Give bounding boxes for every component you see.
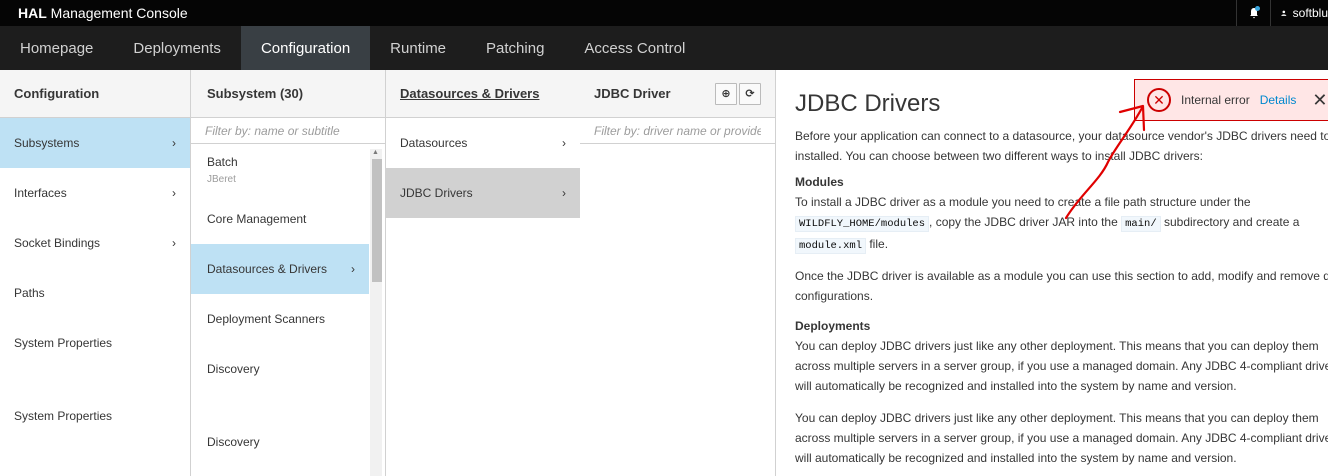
toast-details-link[interactable]: Details	[1260, 93, 1297, 107]
nav-homepage[interactable]: Homepage	[0, 26, 113, 70]
col1-item-system-properties[interactable]: System Properties	[0, 318, 190, 368]
app-title: HAL Management Console	[18, 5, 188, 21]
main-nav: Homepage Deployments Configuration Runti…	[0, 26, 1328, 70]
user-menu[interactable]: softblu	[1270, 0, 1328, 26]
chevron-right-icon: ›	[172, 186, 176, 200]
nav-patching[interactable]: Patching	[466, 26, 564, 70]
user-icon	[1281, 10, 1287, 16]
col3-item-datasources[interactable]: Datasources ›	[386, 118, 580, 168]
refresh-button[interactable]: ⟳	[739, 82, 761, 105]
column-title: Configuration	[0, 70, 190, 118]
nav-configuration[interactable]: Configuration	[240, 26, 371, 70]
item-subtitle: JBeret	[207, 174, 236, 185]
column-title: Subsystem (30)	[191, 70, 385, 118]
col1-item-system-properties-duplicate[interactable]: System Properties	[0, 391, 190, 441]
col2-item-discovery-duplicate[interactable]: Discovery	[191, 417, 369, 467]
notifications-button[interactable]	[1236, 0, 1270, 26]
add-button[interactable]: ⊕	[715, 82, 737, 105]
col1-item-paths[interactable]: Paths	[0, 268, 190, 318]
error-toast: ✕ Internal error Details ✕	[1134, 79, 1328, 121]
add-circle-icon: ⊕	[721, 88, 731, 100]
col2-item-datasources-drivers[interactable]: Datasources & Drivers ›	[191, 244, 369, 294]
subsystem-scrollbar[interactable]: ▲	[370, 149, 382, 476]
subsystem-filter[interactable]	[191, 118, 385, 144]
notification-dot	[1255, 6, 1260, 11]
user-name: softblu	[1292, 6, 1328, 20]
chevron-right-icon: ›	[562, 136, 566, 150]
column-title[interactable]: Datasources & Drivers	[386, 70, 580, 118]
chevron-right-icon: ›	[172, 236, 176, 250]
scrollbar-thumb[interactable]	[372, 159, 382, 282]
column-header: JDBC Driver ⊕ ⟳	[580, 70, 775, 118]
nav-access-control[interactable]: Access Control	[564, 26, 705, 70]
datasources-drivers-column: Datasources & Drivers Datasources › JDBC …	[386, 70, 581, 476]
column-title: JDBC Driver	[594, 86, 671, 101]
subsystem-filter-input[interactable]	[205, 123, 371, 138]
close-icon[interactable]: ✕	[1312, 90, 1327, 111]
configuration-column: Configuration Subsystems › Interfaces › So…	[0, 70, 191, 476]
deployments-text-repeat: You can deploy JDBC drivers just like an…	[795, 411, 1328, 465]
col1-item-socket-bindings[interactable]: Socket Bindings ›	[0, 218, 190, 268]
driver-filter-input[interactable]	[594, 123, 761, 138]
refresh-icon: ⟳	[745, 88, 755, 100]
col3-item-jdbc-drivers[interactable]: JDBC Drivers ›	[386, 168, 580, 218]
masthead: HAL Management Console softblu	[0, 0, 1328, 26]
code-modules-path: WILDFLY_HOME/modules	[795, 216, 930, 232]
scroll-up-icon[interactable]: ▲	[372, 149, 379, 156]
col2-item-deployment-scanners[interactable]: Deployment Scanners	[191, 294, 369, 344]
annotation-arrow	[1064, 104, 1146, 220]
deployments-text: You can deploy JDBC drivers just like an…	[795, 339, 1328, 393]
col2-item-core-management[interactable]: Core Management	[191, 194, 369, 244]
col2-item-batch[interactable]: Batch JBeret	[191, 144, 369, 194]
chevron-right-icon: ›	[172, 136, 176, 150]
code-module-xml: module.xml	[795, 238, 867, 254]
jdbc-driver-column: JDBC Driver ⊕ ⟳	[580, 70, 776, 476]
chevron-right-icon: ›	[351, 262, 355, 276]
deployments-heading: Deployments	[795, 319, 871, 333]
nav-runtime[interactable]: Runtime	[370, 26, 466, 70]
toast-message: Internal error	[1181, 93, 1250, 107]
preview-pane: JDBC Drivers Before your application can…	[776, 70, 1328, 476]
subsystem-column: Subsystem (30) BatchJBeret Core Manageme…	[191, 70, 386, 476]
chevron-right-icon: ›	[562, 186, 566, 200]
driver-filter[interactable]	[580, 118, 775, 144]
col1-item-subsystems[interactable]: Subsystems ›	[0, 118, 190, 168]
col2-item-discovery[interactable]: Discovery	[191, 344, 369, 394]
col1-item-interfaces[interactable]: Interfaces ›	[0, 168, 190, 218]
modules-text-2: Once the JDBC driver is available as a m…	[795, 269, 1328, 303]
nav-deployments[interactable]: Deployments	[113, 26, 241, 70]
error-circle-icon: ✕	[1147, 88, 1171, 112]
